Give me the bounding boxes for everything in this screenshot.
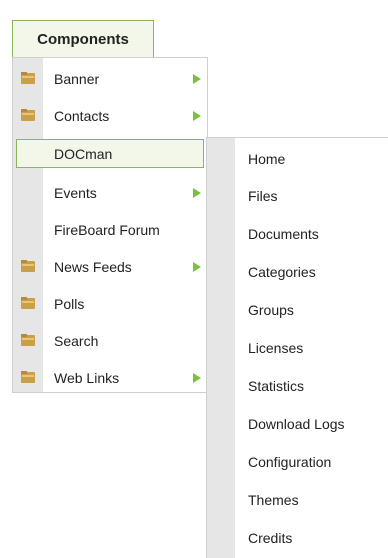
submenu-item-documents[interactable]: Documents: [207, 215, 388, 253]
menu-item-docman[interactable]: DOCman: [16, 139, 204, 168]
submenu-item-label: Statistics: [248, 378, 305, 394]
submenu-item-label: Download Logs: [248, 416, 345, 432]
submenu-item-credits[interactable]: Credits: [207, 519, 388, 557]
submenu-item-configuration[interactable]: Configuration: [207, 443, 388, 481]
submenu-arrow-icon: [193, 373, 201, 383]
submenu-arrow-icon: [193, 74, 201, 84]
menu-item-label: Polls: [54, 296, 85, 312]
menu-item-banner[interactable]: Banner: [13, 60, 207, 97]
menu-item-label: News Feeds: [54, 259, 132, 275]
docman-submenu: Home Files Documents Categories Groups L…: [206, 137, 388, 558]
submenu-item-label: Documents: [248, 226, 319, 242]
menu-item-web-links[interactable]: Web Links: [13, 359, 207, 396]
menu-item-events[interactable]: Events: [13, 174, 207, 211]
submenu-item-categories[interactable]: Categories: [207, 253, 388, 291]
menu-item-label: Search: [54, 333, 99, 349]
folder-icon: [21, 260, 35, 272]
components-tab-label: Components: [37, 30, 129, 48]
menu-item-news-feeds[interactable]: News Feeds: [13, 248, 207, 285]
menu-item-label: Events: [54, 185, 97, 201]
submenu-item-label: Home: [248, 151, 286, 167]
folder-icon: [21, 297, 35, 309]
submenu-item-label: Credits: [248, 530, 293, 546]
menu-item-search[interactable]: Search: [13, 322, 207, 359]
folder-icon: [21, 109, 35, 121]
menu-item-label: FireBoard Forum: [54, 222, 160, 238]
folder-icon: [21, 334, 35, 346]
menu-item-polls[interactable]: Polls: [13, 285, 207, 322]
folder-icon: [21, 371, 35, 383]
submenu-item-files[interactable]: Files: [207, 177, 388, 215]
menu-item-label: Contacts: [54, 108, 110, 124]
submenu-item-licenses[interactable]: Licenses: [207, 329, 388, 367]
submenu-item-label: Themes: [248, 492, 299, 508]
submenu-item-label: Configuration: [248, 454, 332, 470]
components-menu-tab[interactable]: Components: [12, 20, 154, 57]
submenu-item-label: Licenses: [248, 340, 304, 356]
submenu-item-groups[interactable]: Groups: [207, 291, 388, 329]
submenu-item-label: Categories: [248, 264, 316, 280]
submenu-item-statistics[interactable]: Statistics: [207, 367, 388, 405]
menu-item-label: Banner: [54, 71, 100, 87]
menu-item-contacts[interactable]: Contacts: [13, 97, 207, 134]
submenu-arrow-icon: [193, 188, 201, 198]
menu-item-fireboard-forum[interactable]: FireBoard Forum: [13, 211, 207, 248]
submenu-arrow-icon: [193, 111, 201, 121]
submenu-item-home[interactable]: Home: [207, 140, 388, 178]
submenu-item-label: Files: [248, 188, 278, 204]
submenu-item-themes[interactable]: Themes: [207, 481, 388, 519]
folder-icon: [21, 72, 35, 84]
submenu-item-label: Groups: [248, 302, 294, 318]
menu-item-label: Web Links: [54, 370, 120, 386]
submenu-arrow-icon: [193, 262, 201, 272]
submenu-item-download-logs[interactable]: Download Logs: [207, 405, 388, 443]
menu-item-label: DOCman: [54, 146, 113, 162]
components-dropdown-menu: Banner Contacts DOCman Events FireBoard …: [12, 57, 208, 393]
